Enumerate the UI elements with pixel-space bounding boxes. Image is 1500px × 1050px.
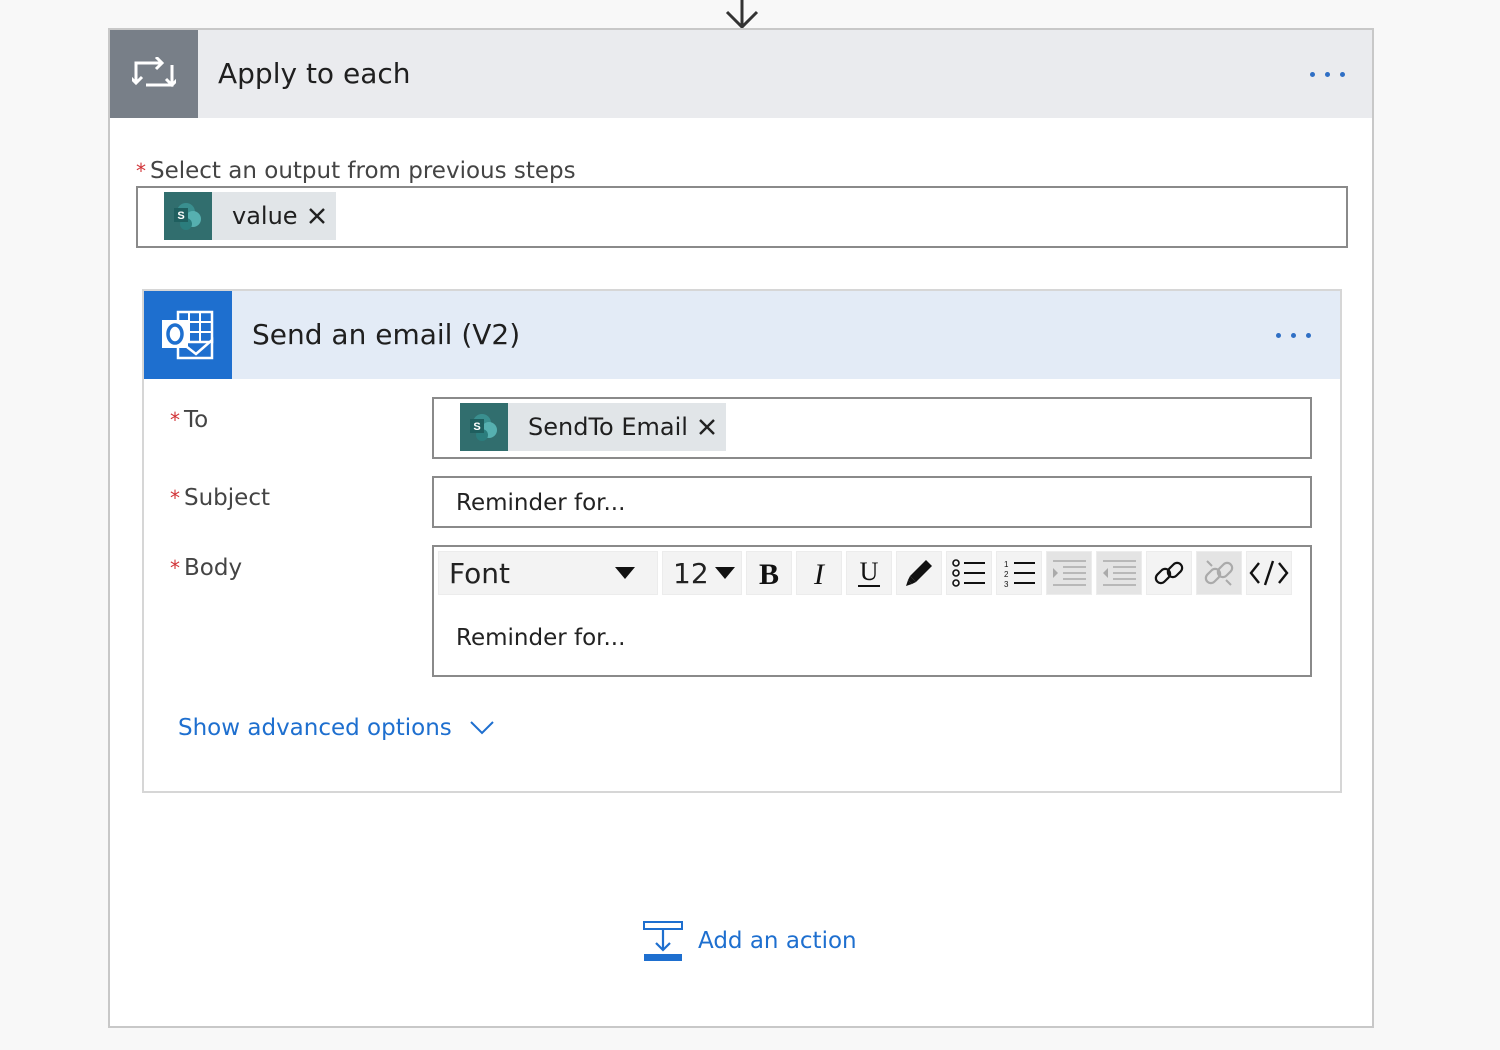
subject-label-text: Subject [184, 485, 270, 511]
apply-to-each-card: Apply to each * Select an output from pre… [108, 28, 1374, 1028]
subject-input[interactable]: Reminder for... [432, 476, 1312, 528]
italic-button[interactable]: I [796, 551, 842, 595]
svg-text:S: S [473, 421, 480, 433]
required-mark: * [170, 486, 180, 510]
select-output-label-text: Select an output from previous steps [150, 158, 576, 184]
underline-button[interactable]: U [846, 551, 892, 595]
select-output-input[interactable]: S value [136, 186, 1348, 248]
outdent-button[interactable] [1096, 551, 1142, 595]
send-email-more-button[interactable] [1276, 333, 1311, 338]
code-view-button[interactable] [1246, 551, 1292, 595]
outlook-icon [144, 291, 232, 379]
unlink-icon [1204, 560, 1234, 586]
to-label: * To [170, 407, 208, 433]
highlighter-icon [906, 560, 932, 586]
send-email-header[interactable]: Send an email (V2) [144, 291, 1340, 379]
dot-icon [1291, 333, 1296, 338]
dot-icon [1325, 72, 1330, 77]
numbered-list-icon: 1 2 3 [1004, 560, 1035, 588]
select-output-label: * Select an output from previous steps [136, 158, 576, 184]
show-advanced-options-link[interactable]: Show advanced options [178, 715, 494, 741]
font-size-label: 12 [673, 556, 709, 590]
dot-icon [1310, 72, 1315, 77]
highlight-button[interactable] [896, 551, 942, 595]
send-email-card: Send an email (V2) * To S SendTo Email *… [142, 289, 1342, 793]
svg-text:I: I [813, 559, 826, 587]
add-an-action-button[interactable]: Add an action [642, 920, 857, 962]
svg-text:U: U [860, 558, 879, 586]
body-label-text: Body [184, 555, 243, 581]
bold-icon: B [759, 559, 779, 587]
sendto-email-token-label: SendTo Email [528, 413, 688, 441]
bulleted-list-icon [952, 559, 985, 587]
sendto-email-token[interactable]: S SendTo Email [460, 403, 726, 451]
remove-link-button[interactable] [1196, 551, 1242, 595]
required-mark: * [170, 556, 180, 580]
apply-to-each-title: Apply to each [218, 57, 411, 90]
caret-down-icon [715, 567, 735, 579]
italic-icon: I [813, 559, 826, 587]
apply-to-each-header[interactable]: Apply to each [110, 30, 1372, 118]
body-editor[interactable]: Font 12 B I U 1 2 3 Reminder for... [432, 545, 1312, 677]
svg-text:B: B [759, 559, 779, 587]
dot-icon [1276, 333, 1281, 338]
remove-token-icon[interactable] [698, 418, 716, 436]
font-size-dropdown[interactable]: 12 [662, 551, 742, 595]
caret-down-icon [615, 567, 635, 579]
required-mark: * [136, 159, 146, 183]
dot-icon [1306, 333, 1311, 338]
indent-icon [1053, 560, 1086, 586]
underline-icon: U [858, 558, 880, 587]
loop-icon [110, 30, 198, 118]
numbered-list-button[interactable]: 1 2 3 [996, 551, 1042, 595]
svg-text:S: S [177, 210, 184, 222]
bold-button[interactable]: B [746, 551, 792, 595]
subject-label: * Subject [170, 485, 270, 511]
required-mark: * [170, 408, 180, 432]
sharepoint-icon: S [164, 192, 212, 240]
body-text[interactable]: Reminder for... [456, 625, 625, 651]
chevron-down-icon [470, 721, 494, 735]
to-input[interactable]: S SendTo Email [432, 397, 1312, 459]
rich-text-toolbar: Font 12 B I U 1 2 3 [438, 551, 1306, 595]
add-action-icon [643, 921, 683, 961]
value-token[interactable]: S value [164, 192, 336, 240]
link-icon [1154, 561, 1184, 585]
font-dropdown-label: Font [449, 556, 510, 590]
svg-text:2: 2 [1004, 570, 1009, 579]
value-token-label: value [232, 202, 298, 230]
remove-token-icon[interactable] [308, 207, 326, 225]
indent-button[interactable] [1046, 551, 1092, 595]
apply-to-each-more-button[interactable] [1310, 72, 1345, 77]
dot-icon [1340, 72, 1345, 77]
code-icon [1249, 560, 1289, 586]
bulleted-list-button[interactable] [946, 551, 992, 595]
sharepoint-icon: S [460, 403, 508, 451]
insert-link-button[interactable] [1146, 551, 1192, 595]
send-email-title: Send an email (V2) [252, 318, 521, 351]
body-label: * Body [170, 555, 242, 581]
connector-arrow-icon [725, 0, 759, 30]
svg-text:3: 3 [1004, 580, 1009, 588]
show-advanced-options-label: Show advanced options [178, 715, 452, 741]
add-an-action-label: Add an action [698, 928, 857, 954]
font-dropdown[interactable]: Font [438, 551, 658, 595]
to-label-text: To [184, 407, 209, 433]
outdent-icon [1103, 560, 1136, 586]
svg-text:1: 1 [1004, 560, 1009, 569]
